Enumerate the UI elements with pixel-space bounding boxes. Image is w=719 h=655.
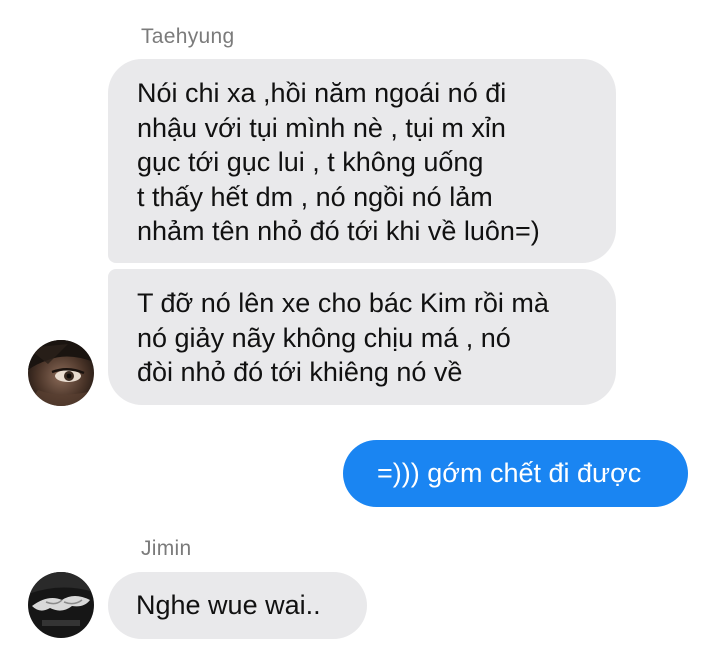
message-bubble[interactable]: Nói chi xa ,hồi năm ngoái nó đi nhậu với… xyxy=(108,59,616,263)
avatar-jimin[interactable] xyxy=(28,572,94,638)
message-bubble[interactable]: Nghe wue wai.. xyxy=(108,572,367,639)
message-bubble[interactable]: T đỡ nó lên xe cho bác Kim rồi mà nó giả… xyxy=(108,269,616,405)
sender-name-taehyung: Taehyung xyxy=(141,25,235,48)
user-avatar-eye-icon xyxy=(28,340,94,406)
sender-name-jimin: Jimin xyxy=(141,537,192,560)
user-avatar-hands-icon xyxy=(28,572,94,638)
outgoing-message-bubble[interactable]: =))) gớm chết đi được xyxy=(343,440,688,507)
avatar-taehyung[interactable] xyxy=(28,340,94,406)
